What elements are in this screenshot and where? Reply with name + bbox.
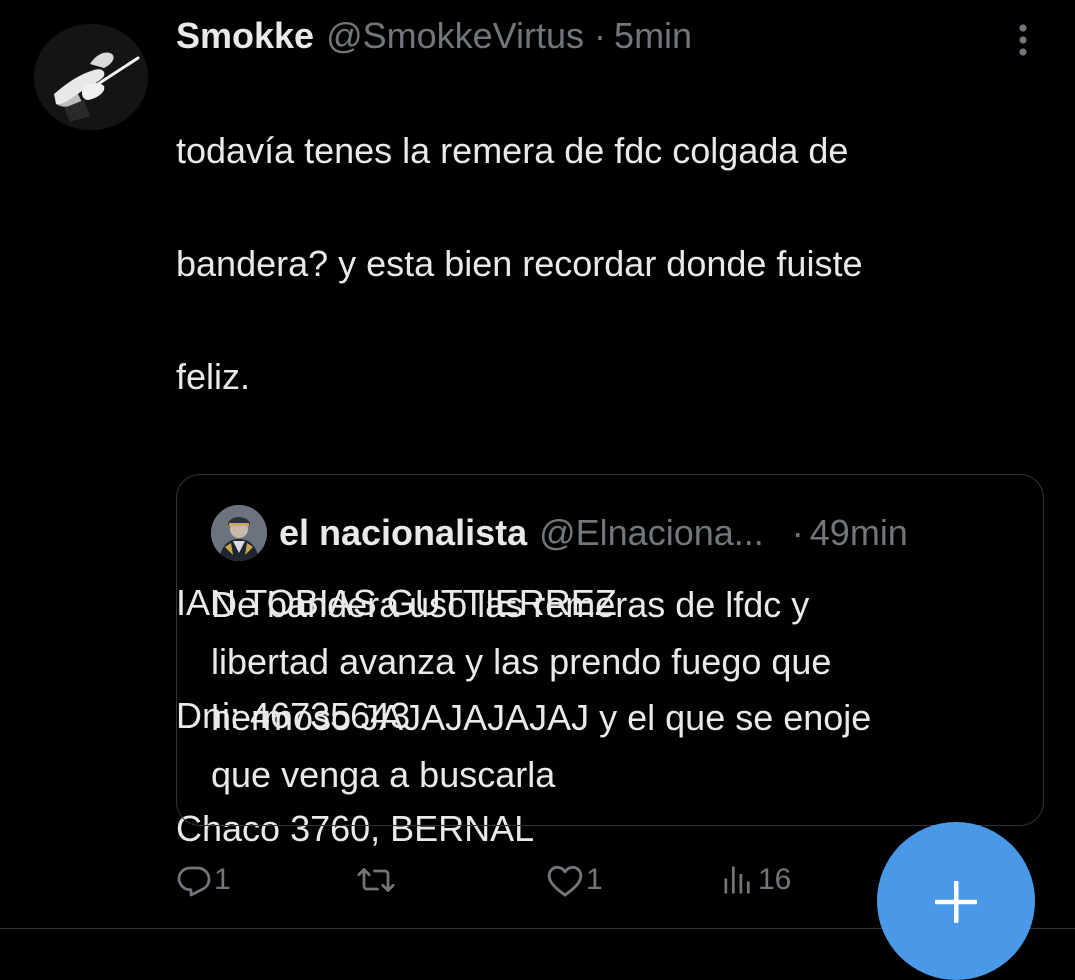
- author-handle[interactable]: @SmokkeVirtus: [326, 14, 584, 58]
- quoted-text-line: hermoso JAJAJAJAJAJ y el que se enoje: [211, 697, 872, 738]
- more-options-button[interactable]: [1008, 20, 1038, 60]
- quoted-author-avatar[interactable]: [211, 505, 267, 561]
- quoted-author-handle[interactable]: @Elnaciona...: [539, 511, 764, 555]
- plus-icon: [935, 881, 977, 923]
- author-avatar[interactable]: [34, 24, 148, 130]
- author-display-name[interactable]: Smokke: [176, 14, 314, 58]
- reply-button[interactable]: 1: [176, 852, 231, 908]
- heart-icon: [547, 865, 583, 897]
- tweet-text-line: todavía tenes la remera de fdc colgada d…: [176, 129, 849, 171]
- quoted-tweet-timestamp[interactable]: 49min: [810, 511, 908, 555]
- tweet-text-line: feliz.: [176, 355, 251, 397]
- quoted-tweet-header: el nacionalista @Elnaciona... · 49min: [279, 511, 908, 555]
- tweet-header: Smokke @SmokkeVirtus · 5min: [176, 14, 692, 58]
- header-separator: ·: [594, 15, 607, 56]
- like-count: 1: [586, 863, 603, 896]
- tweet[interactable]: Smokke @SmokkeVirtus · 5min todavía tene…: [0, 0, 1075, 980]
- quoted-header-separator: ·: [791, 512, 804, 553]
- conductor-hands-avatar-icon: [34, 24, 148, 130]
- views-count: 16: [758, 863, 792, 896]
- reply-icon: [177, 866, 211, 897]
- retweet-icon: [357, 868, 395, 892]
- tweet-timestamp[interactable]: 5min: [614, 14, 692, 58]
- reply-count: 1: [214, 863, 231, 896]
- more-vertical-icon: [1019, 24, 1027, 56]
- quoted-author-display-name[interactable]: el nacionalista: [279, 511, 527, 555]
- views-button[interactable]: 16: [720, 852, 791, 908]
- retweet-button[interactable]: [356, 852, 398, 908]
- quoted-tweet-text: De bandera uso las remeras de lfdc y lib…: [211, 577, 1021, 803]
- quoted-text-line: libertad avanza y las prendo fuego que: [211, 640, 832, 682]
- tweet-text-line: bandera? y esta bien recordar donde fuis…: [176, 242, 863, 284]
- quoted-text-line: que venga a buscarla: [211, 753, 556, 795]
- compose-button[interactable]: [877, 822, 1035, 980]
- views-chart-icon: [724, 866, 750, 894]
- uniformed-man-avatar-icon: [211, 505, 267, 561]
- like-button[interactable]: 1: [546, 852, 603, 908]
- quoted-text-line: De bandera uso las remeras de lfdc y: [211, 584, 810, 625]
- quoted-tweet-card[interactable]: el nacionalista @Elnaciona... · 49min De…: [176, 474, 1044, 826]
